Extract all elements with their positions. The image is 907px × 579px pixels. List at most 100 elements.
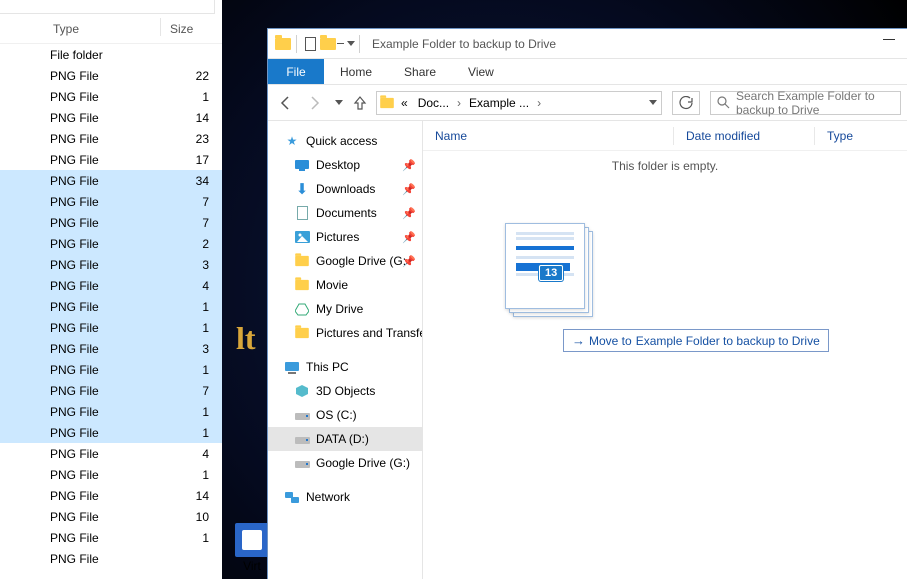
- file-type-cell: PNG File: [0, 426, 160, 440]
- file-type-cell: PNG File: [0, 447, 160, 461]
- tree-google-drive-g2[interactable]: Google Drive (G:): [268, 451, 422, 475]
- file-row[interactable]: PNG File1: [0, 359, 222, 380]
- file-size-cell: 1: [160, 321, 215, 335]
- minimize-button[interactable]: [883, 39, 895, 40]
- search-box[interactable]: Search Example Folder to backup to Drive: [710, 91, 901, 115]
- file-row[interactable]: PNG File: [0, 548, 222, 569]
- disk-icon: [294, 431, 310, 447]
- address-seg-1[interactable]: Doc...: [414, 96, 453, 110]
- navigation-tree[interactable]: ★ Quick access Desktop 📌 ⬇ Downloads 📌 D…: [268, 121, 423, 579]
- file-row[interactable]: PNG File22: [0, 65, 222, 86]
- breadcrumb-caret-icon[interactable]: ›: [455, 96, 463, 110]
- documents-icon: [294, 205, 310, 221]
- title-bar[interactable]: Example Folder to backup to Drive: [268, 29, 907, 59]
- file-size-cell: 23: [160, 132, 215, 146]
- file-row[interactable]: PNG File7: [0, 191, 222, 212]
- back-button[interactable]: [274, 91, 298, 115]
- tree-data-d[interactable]: DATA (D:): [268, 427, 422, 451]
- column-header-type[interactable]: Type: [815, 129, 875, 143]
- new-folder-icon[interactable]: [319, 33, 337, 55]
- file-row[interactable]: PNG File7: [0, 380, 222, 401]
- tooltip-target: Example Folder to backup to Drive: [636, 334, 820, 348]
- file-type-cell: PNG File: [0, 69, 160, 83]
- column-header-date[interactable]: Date modified: [674, 129, 814, 143]
- network-icon: [284, 489, 300, 505]
- tree-pictures-transfer[interactable]: Pictures and Transfe: [268, 321, 422, 345]
- breadcrumb-caret-icon[interactable]: ›: [535, 96, 543, 110]
- file-row[interactable]: PNG File14: [0, 107, 222, 128]
- tree-label: My Drive: [316, 302, 363, 316]
- tab-home[interactable]: Home: [324, 59, 388, 84]
- pin-icon: 📌: [402, 159, 416, 172]
- address-bar[interactable]: « Doc... › Example ... ›: [376, 91, 662, 115]
- file-row[interactable]: PNG File3: [0, 338, 222, 359]
- wallpaper-text-fragment: lt: [236, 320, 256, 357]
- tree-documents[interactable]: Documents 📌: [268, 201, 422, 225]
- up-button[interactable]: [348, 91, 372, 115]
- file-row[interactable]: PNG File1: [0, 86, 222, 107]
- forward-button[interactable]: [302, 91, 326, 115]
- file-size-cell: 1: [160, 90, 215, 104]
- shortcut-icon: [235, 523, 269, 557]
- tab-share[interactable]: Share: [388, 59, 452, 84]
- column-divider[interactable]: [160, 18, 161, 36]
- folder-icon[interactable]: [274, 33, 292, 55]
- file-row[interactable]: PNG File4: [0, 275, 222, 296]
- file-row[interactable]: PNG File2: [0, 233, 222, 254]
- refresh-button[interactable]: [672, 91, 700, 115]
- file-size-cell: 10: [160, 510, 215, 524]
- tree-3d-objects[interactable]: 3D Objects: [268, 379, 422, 403]
- file-row[interactable]: PNG File1: [0, 401, 222, 422]
- file-row[interactable]: PNG File23: [0, 128, 222, 149]
- file-row[interactable]: PNG File10: [0, 506, 222, 527]
- tree-label: Pictures and Transfe: [316, 326, 423, 340]
- file-type-cell: PNG File: [0, 510, 160, 524]
- file-type-cell: PNG File: [0, 279, 160, 293]
- column-header-name[interactable]: Name: [423, 129, 673, 143]
- recent-dropdown-icon[interactable]: [330, 91, 344, 115]
- explorer-window: Example Folder to backup to Drive File H…: [267, 28, 907, 579]
- file-row[interactable]: PNG File1: [0, 296, 222, 317]
- content-pane[interactable]: Name Date modified Type This folder is e…: [423, 121, 907, 579]
- explorer-body: ★ Quick access Desktop 📌 ⬇ Downloads 📌 D…: [268, 121, 907, 579]
- file-row[interactable]: PNG File1: [0, 317, 222, 338]
- tree-os-c[interactable]: OS (C:): [268, 403, 422, 427]
- file-row[interactable]: PNG File3: [0, 254, 222, 275]
- column-header-type[interactable]: Type: [45, 14, 155, 44]
- file-row[interactable]: PNG File1: [0, 527, 222, 548]
- ribbon-tabs: File Home Share View: [268, 59, 907, 85]
- content-columns-header[interactable]: Name Date modified Type: [423, 121, 907, 151]
- file-row[interactable]: PNG File7: [0, 212, 222, 233]
- properties-icon[interactable]: [301, 33, 319, 55]
- file-row[interactable]: PNG File17: [0, 149, 222, 170]
- file-row[interactable]: File folder: [0, 44, 222, 65]
- qat-customize-icon[interactable]: [337, 33, 355, 55]
- column-header-size[interactable]: Size: [162, 14, 217, 44]
- address-seg-2[interactable]: Example ...: [465, 96, 533, 110]
- tab-view[interactable]: View: [452, 59, 510, 84]
- file-row[interactable]: PNG File14: [0, 485, 222, 506]
- tree-quick-access[interactable]: ★ Quick access: [268, 129, 422, 153]
- file-row[interactable]: PNG File4: [0, 443, 222, 464]
- file-row[interactable]: PNG File34: [0, 170, 222, 191]
- tree-movie[interactable]: Movie: [268, 273, 422, 297]
- file-row[interactable]: PNG File1: [0, 464, 222, 485]
- tree-google-drive-g[interactable]: Google Drive (G: 📌: [268, 249, 422, 273]
- desktop-shortcut[interactable]: Virt: [232, 523, 272, 573]
- tree-network[interactable]: Network: [268, 485, 422, 509]
- tree-desktop[interactable]: Desktop 📌: [268, 153, 422, 177]
- empty-folder-text: This folder is empty.: [423, 159, 907, 173]
- tree-my-drive[interactable]: My Drive: [268, 297, 422, 321]
- file-list[interactable]: File folderPNG File22PNG File1PNG File14…: [0, 44, 222, 569]
- file-size-cell: 1: [160, 363, 215, 377]
- tree-this-pc[interactable]: This PC: [268, 355, 422, 379]
- tree-label: 3D Objects: [316, 384, 375, 398]
- tree-downloads[interactable]: ⬇ Downloads 📌: [268, 177, 422, 201]
- tree-pictures[interactable]: Pictures 📌: [268, 225, 422, 249]
- navigation-row: « Doc... › Example ... › Search Example …: [268, 85, 907, 121]
- file-type-cell: File folder: [0, 48, 160, 62]
- address-dropdown-icon[interactable]: [644, 100, 659, 105]
- tab-file[interactable]: File: [268, 59, 324, 84]
- file-row[interactable]: PNG File1: [0, 422, 222, 443]
- left-columns-header[interactable]: Type Size: [0, 14, 222, 44]
